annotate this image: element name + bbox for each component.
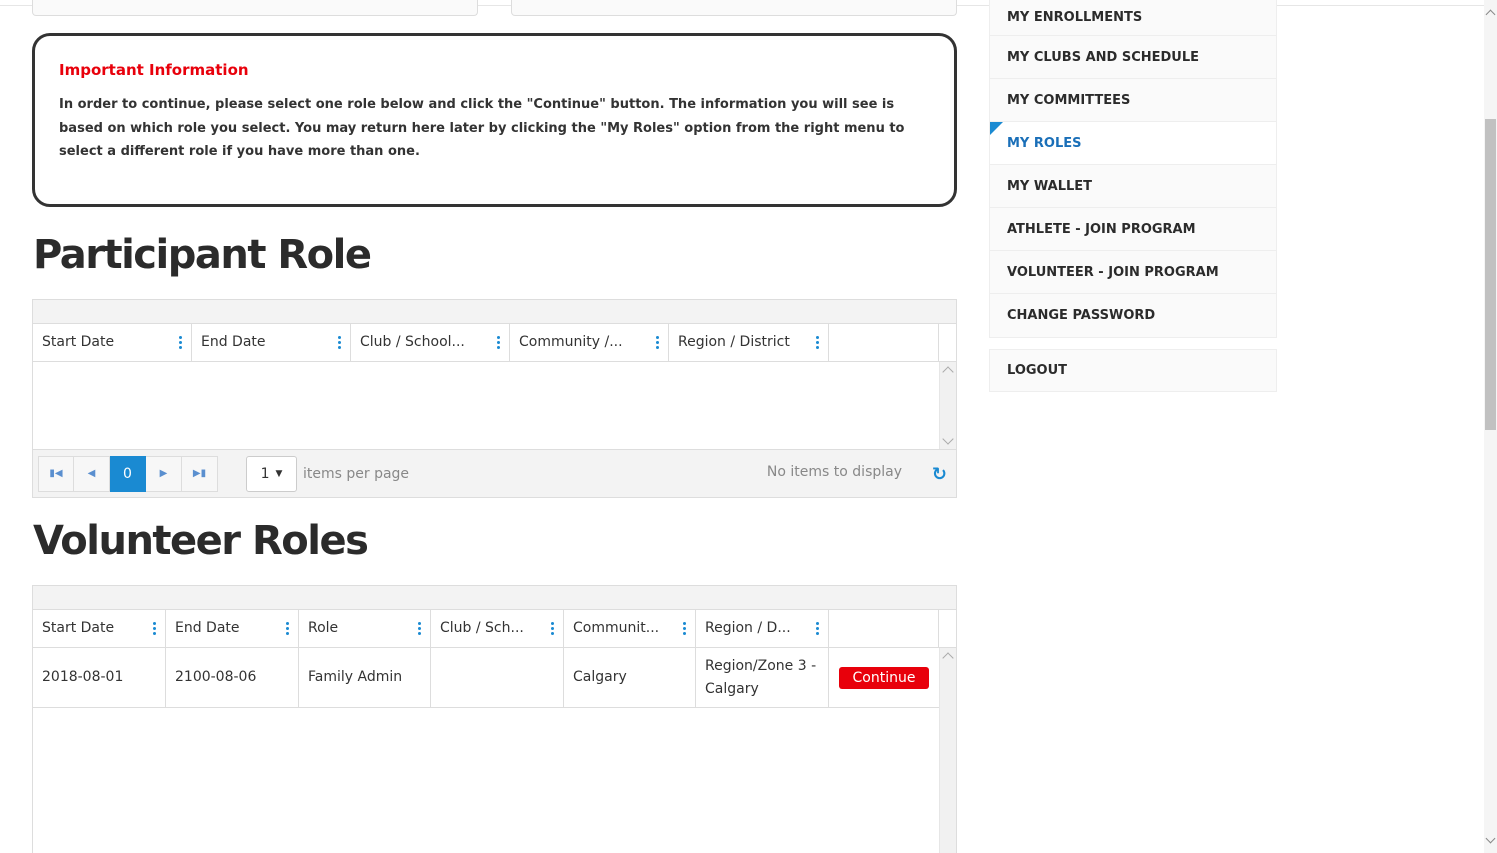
- scroll-up-icon[interactable]: [942, 652, 954, 664]
- pager-status: No items to display: [766, 464, 902, 480]
- column-header-region-district[interactable]: Region / District: [669, 324, 829, 361]
- column-header-role[interactable]: Role: [299, 610, 431, 647]
- menu-item-athlete-join-program[interactable]: ATHLETE - JOIN PROGRAM: [990, 208, 1276, 251]
- column-header-community[interactable]: Community /...: [510, 324, 669, 361]
- column-header-end-date[interactable]: End Date: [192, 324, 351, 361]
- menu-item-my-clubs-and-schedule[interactable]: MY CLUBS AND SCHEDULE: [990, 36, 1276, 79]
- volunteer-grid-body: 2018-08-01 2100-08-06 Family Admin Calga…: [33, 648, 956, 853]
- scroll-up-icon[interactable]: [942, 366, 954, 378]
- refresh-icon[interactable]: ↻: [932, 464, 947, 485]
- grid-header: Start Date End Date Role Club / Sch... C…: [33, 610, 956, 648]
- grid-scrollbar[interactable]: [939, 648, 956, 853]
- current-page-button[interactable]: 0: [110, 455, 146, 492]
- prev-page-icon: ◀: [87, 468, 96, 479]
- column-menu-icon[interactable]: [816, 622, 820, 638]
- cell-action: Continue: [829, 648, 940, 707]
- items-per-page-label: items per page: [303, 465, 410, 482]
- scroll-up-icon[interactable]: [1485, 9, 1496, 20]
- volunteer-grid: Start Date End Date Role Club / Sch... C…: [32, 585, 957, 853]
- column-header-action: [829, 324, 939, 361]
- column-header-start-date[interactable]: Start Date: [33, 610, 166, 647]
- cell-role: Family Admin: [299, 648, 431, 707]
- column-header-club-school[interactable]: Club / Sch...: [431, 610, 564, 647]
- continue-button[interactable]: Continue: [838, 666, 930, 689]
- column-menu-icon[interactable]: [656, 336, 660, 352]
- grid-pager: ▮◀ ◀ 0 ▶ ▶▮ 1 ▼ items per page No items …: [33, 449, 956, 497]
- participant-grid-body: [33, 362, 956, 449]
- menu-item-my-roles[interactable]: MY ROLES: [990, 122, 1276, 165]
- last-page-icon: ▶▮: [192, 468, 207, 479]
- grid-toolbar: [33, 586, 956, 610]
- cell-club-school: [431, 648, 564, 707]
- scroll-down-icon[interactable]: [1485, 833, 1496, 844]
- cell-start-date: 2018-08-01: [33, 648, 166, 707]
- column-menu-icon[interactable]: [418, 622, 422, 638]
- column-header-start-date[interactable]: Start Date: [33, 324, 192, 361]
- menu-item-label: MY ROLES: [1007, 135, 1082, 151]
- top-card-right: [511, 0, 957, 16]
- scrollbar-thumb[interactable]: [1485, 119, 1496, 430]
- column-menu-icon[interactable]: [153, 622, 157, 638]
- menu-item-my-wallet[interactable]: MY WALLET: [990, 165, 1276, 208]
- column-header-club-school[interactable]: Club / School...: [351, 324, 510, 361]
- column-header-end-date[interactable]: End Date: [166, 610, 299, 647]
- first-page-icon: ▮◀: [49, 468, 63, 479]
- scroll-down-icon[interactable]: [942, 433, 954, 445]
- last-page-button[interactable]: ▶▮: [182, 455, 218, 492]
- cell-community: Calgary: [564, 648, 696, 707]
- participant-role-heading: Participant Role: [33, 232, 372, 278]
- menu-item-change-password[interactable]: CHANGE PASSWORD: [990, 294, 1276, 337]
- menu-item-my-enrollments[interactable]: MY ENROLLMENTS: [990, 0, 1276, 36]
- volunteer-roles-heading: Volunteer Roles: [33, 518, 369, 564]
- info-text: In order to continue, please select one …: [59, 97, 905, 159]
- menu-item-volunteer-join-program[interactable]: VOLUNTEER - JOIN PROGRAM: [990, 251, 1276, 294]
- column-menu-icon[interactable]: [286, 622, 290, 638]
- column-menu-icon[interactable]: [338, 336, 342, 352]
- grid-header: Start Date End Date Club / School... Com…: [33, 324, 956, 362]
- info-title: Important Information: [59, 61, 249, 79]
- important-information-box: Important Information In order to contin…: [32, 33, 957, 207]
- account-menu: MY ENROLLMENTS MY CLUBS AND SCHEDULE MY …: [989, 0, 1277, 392]
- top-card-left: [32, 0, 478, 16]
- column-header-region-district[interactable]: Region / D...: [696, 610, 829, 647]
- participant-grid: Start Date End Date Club / School... Com…: [32, 299, 957, 498]
- column-menu-icon[interactable]: [179, 336, 183, 352]
- column-header-community[interactable]: Communit...: [564, 610, 696, 647]
- prev-page-button[interactable]: ◀: [74, 455, 110, 492]
- grid-toolbar: [33, 300, 956, 324]
- column-menu-icon[interactable]: [551, 622, 555, 638]
- menu-item-my-committees[interactable]: MY COMMITTEES: [990, 79, 1276, 122]
- next-page-icon: ▶: [159, 468, 168, 479]
- column-menu-icon[interactable]: [497, 336, 501, 352]
- items-per-page-select[interactable]: 1 ▼: [246, 455, 297, 492]
- table-row: 2018-08-01 2100-08-06 Family Admin Calga…: [33, 648, 940, 708]
- active-indicator: [990, 122, 1003, 135]
- grid-scrollbar[interactable]: [939, 362, 956, 449]
- column-menu-icon[interactable]: [683, 622, 687, 638]
- column-header-action: [829, 610, 939, 647]
- first-page-button[interactable]: ▮◀: [38, 455, 74, 492]
- menu-item-logout[interactable]: LOGOUT: [989, 349, 1277, 392]
- cell-end-date: 2100-08-06: [166, 648, 299, 707]
- account-menu-list: MY ENROLLMENTS MY CLUBS AND SCHEDULE MY …: [989, 0, 1277, 338]
- column-menu-icon[interactable]: [816, 336, 820, 352]
- page-scrollbar[interactable]: [1484, 0, 1497, 853]
- cell-region: Region/Zone 3 - Calgary: [696, 648, 829, 707]
- chevron-down-icon: ▼: [275, 468, 283, 479]
- next-page-button[interactable]: ▶: [146, 455, 182, 492]
